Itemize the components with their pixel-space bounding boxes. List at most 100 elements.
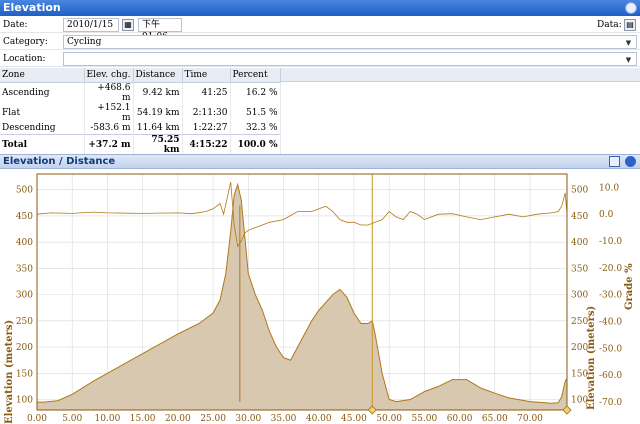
elev-chg: +468.6 m: [84, 82, 134, 103]
distance: 11.64 km: [133, 122, 183, 135]
data-label: Data:: [597, 20, 622, 30]
x-tick-label: 30.00: [235, 414, 261, 424]
zones-table: Zone Elev. chg. Distance Time Percent As…: [0, 68, 281, 155]
col-zone[interactable]: Zone: [0, 68, 85, 83]
y-tick-label: 150: [16, 369, 33, 379]
col-time[interactable]: Time: [182, 68, 231, 83]
x-tick-label: 5.00: [62, 414, 82, 424]
grade-tick-label: 0.0: [599, 210, 614, 220]
x-tick-label: 10.00: [95, 414, 121, 424]
grade-tick-label: 10.0: [599, 183, 619, 193]
x-tick-label: 65.00: [482, 414, 508, 424]
grade-line: [36, 181, 568, 248]
location-row: Location: ▼: [0, 51, 640, 67]
x-tick-label: 25.00: [200, 414, 226, 424]
zone-name: Flat: [0, 102, 85, 123]
time: 2:11:30: [182, 102, 231, 123]
elev-chg: -583.6 m: [84, 122, 134, 135]
x-tick-label: 70.00: [517, 414, 543, 424]
distance: 54.19 km: [133, 102, 183, 123]
elevation-chart[interactable]: 0.00 5.00 10.00 15.00 20.00 25.00 30.00 35.00 40…: [0, 170, 640, 424]
y-right-tick-label: 350: [571, 264, 588, 274]
y-tick-label: 450: [16, 212, 33, 222]
table-row[interactable]: Flat +152.1 m 54.19 km 2:11:30 51.5 %: [0, 102, 281, 123]
y-tick-label: 500: [16, 186, 33, 196]
y-tick-label: 250: [16, 317, 33, 327]
window-titlebar: Elevation: [0, 0, 640, 16]
distance: 75.25 km: [133, 134, 183, 155]
y-tick-label: 300: [16, 291, 33, 301]
category-field[interactable]: Cycling ▼: [63, 35, 637, 49]
y-right-tick-label: 400: [571, 238, 588, 248]
elev-chg: +152.1 m: [84, 102, 134, 123]
y-left-tick-labels: 100 150 200 250 300 350 400 450 500: [16, 186, 33, 406]
y-right-grade-tick-labels: 10.0 0.0 -10.0 -20.0 -30.0 -40.0 -50.0 -60.0 -70…: [599, 183, 622, 408]
date-field[interactable]: 2010/1/15: [63, 18, 119, 32]
x-tick-label: 45.00: [341, 414, 367, 424]
time: 4:15:22: [182, 134, 231, 155]
location-field[interactable]: ▼: [63, 52, 637, 66]
zone-name: Total: [0, 134, 85, 155]
percent: 32.3 %: [230, 122, 281, 135]
chart-options-icon[interactable]: [609, 156, 620, 167]
collapse-icon[interactable]: [625, 2, 637, 14]
time-field[interactable]: 下午 01:06: [138, 18, 182, 42]
elev-chg: +37.2 m: [84, 134, 134, 155]
calendar-icon[interactable]: ▦: [122, 19, 134, 31]
date-label: Date:: [3, 20, 28, 30]
grade-tick-label: -70.0: [599, 398, 622, 408]
category-value: Cycling: [67, 37, 102, 47]
grade-tick-label: -10.0: [599, 237, 622, 247]
y-tick-label: 200: [16, 343, 33, 353]
grade-tick-label: -30.0: [599, 291, 622, 301]
date-row: Date: 2010/1/15 ▦ 下午 01:06 Data: ▤: [0, 17, 640, 42]
chevron-down-icon[interactable]: ▼: [624, 56, 633, 65]
col-distance[interactable]: Distance: [133, 68, 183, 83]
percent: 16.2 %: [230, 82, 281, 103]
x-tick-label: 20.00: [165, 414, 191, 424]
y-tick-label: 400: [16, 238, 33, 248]
table-row[interactable]: Ascending +468.6 m 9.42 km 41:25 16.2 %: [0, 82, 281, 103]
x-tick-label: 50.00: [376, 414, 402, 424]
distance: 9.42 km: [133, 82, 183, 103]
total-row[interactable]: Total +37.2 m 75.25 km 4:15:22 100.0 %: [0, 134, 281, 155]
table-row[interactable]: Descending -583.6 m 11.64 km 1:22:27 32.…: [0, 122, 281, 135]
y-left-axis-label: Elevation (meters): [4, 320, 15, 424]
percent: 51.5 %: [230, 102, 281, 123]
data-icon[interactable]: ▤: [624, 19, 636, 31]
x-tick-labels: 0.00 5.00 10.00 15.00 20.00 25.00 30.00 35.00 40…: [27, 414, 543, 424]
time: 41:25: [182, 82, 231, 103]
zones-header-row: Zone Elev. chg. Distance Time Percent: [0, 68, 281, 83]
col-percent[interactable]: Percent: [230, 68, 281, 83]
x-tick-label: 15.00: [130, 414, 156, 424]
x-tick-label: 35.00: [271, 414, 297, 424]
y-right-tick-label: 450: [571, 212, 588, 222]
grade-tick-label: -60.0: [599, 371, 622, 381]
y-tick-label: 100: [16, 396, 33, 406]
percent: 100.0 %: [230, 134, 281, 155]
time: 1:22:27: [182, 122, 231, 135]
grade-tick-label: -40.0: [599, 318, 622, 328]
category-row: Category: Cycling ▼: [0, 34, 640, 50]
zone-name: Descending: [0, 122, 85, 135]
location-label: Location:: [3, 54, 46, 64]
y-tick-label: 350: [16, 264, 33, 274]
zones-header-filler: [280, 68, 640, 82]
section-title: Elevation / Distance: [3, 156, 116, 167]
category-label: Category:: [3, 37, 48, 47]
grade-tick-label: -50.0: [599, 344, 622, 354]
x-tick-label: 55.00: [411, 414, 437, 424]
y-right-grade-axis-label: Grade %: [624, 263, 635, 310]
x-tick-label: 0.00: [27, 414, 47, 424]
x-tick-label: 40.00: [306, 414, 332, 424]
zone-name: Ascending: [0, 82, 85, 103]
y-right-tick-label: 300: [571, 291, 588, 301]
y-right-elevation-axis-label: Elevation (meters): [586, 306, 597, 410]
chevron-down-icon[interactable]: ▼: [624, 39, 633, 48]
x-tick-label: 60.00: [447, 414, 473, 424]
y-right-tick-label: 500: [571, 186, 588, 196]
collapse-icon[interactable]: [625, 156, 636, 167]
chart-section-header: Elevation / Distance: [0, 154, 640, 169]
grade-tick-label: -20.0: [599, 264, 622, 274]
col-elev-chg[interactable]: Elev. chg.: [84, 68, 134, 83]
